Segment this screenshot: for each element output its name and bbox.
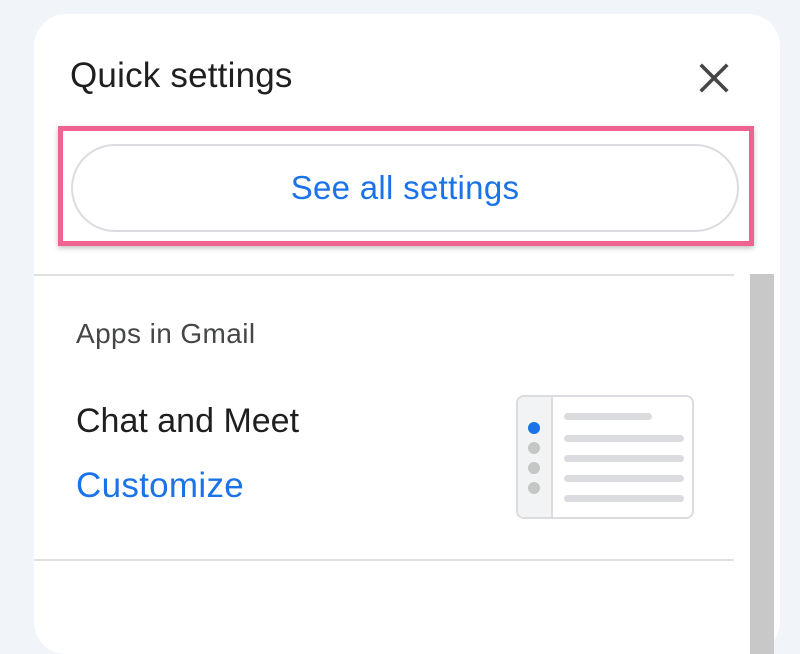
- close-icon: [699, 63, 729, 93]
- section-heading: Apps in Gmail: [76, 318, 256, 349]
- see-all-settings-label: See all settings: [290, 169, 520, 206]
- top-divider: [34, 274, 734, 276]
- chat-meet-illustration[interactable]: [516, 395, 694, 519]
- layout-illustration-icon: [518, 397, 684, 517]
- chat-meet-title: Chat and Meet: [76, 402, 300, 440]
- see-all-settings-button[interactable]: See all settings: [71, 144, 739, 232]
- customize-link[interactable]: Customize: [76, 466, 244, 506]
- scrollbar[interactable]: [750, 274, 774, 654]
- quick-settings-panel: Quick settings See all settings Apps in …: [34, 14, 780, 654]
- bottom-divider: [34, 559, 734, 561]
- close-button[interactable]: [694, 58, 734, 98]
- panel-title: Quick settings: [70, 56, 293, 95]
